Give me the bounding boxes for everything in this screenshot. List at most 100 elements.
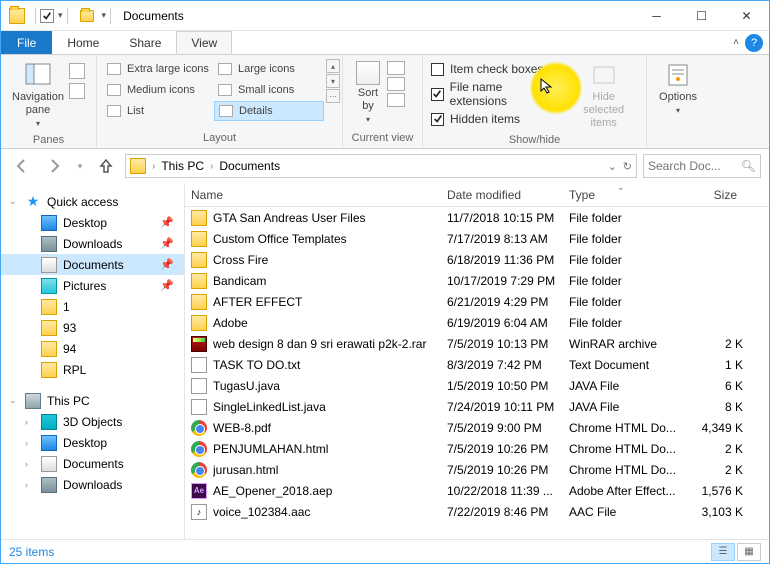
- group-by-icon[interactable]: [387, 61, 405, 75]
- file-row[interactable]: Bandicam10/17/2019 7:29 PMFile folder: [185, 270, 769, 291]
- sidebar-item-folder[interactable]: 94: [1, 338, 184, 359]
- up-button[interactable]: [93, 153, 119, 179]
- file-row[interactable]: PENJUMLAHAN.html7/5/2019 10:26 PMChrome …: [185, 438, 769, 459]
- desktop-icon: [41, 215, 57, 231]
- sidebar-item-pictures[interactable]: Pictures📌: [1, 275, 184, 296]
- gallery-expand-icon[interactable]: ⋯: [326, 89, 340, 103]
- sidebar-item-folder[interactable]: RPL: [1, 359, 184, 380]
- add-columns-icon[interactable]: [387, 77, 405, 91]
- size-columns-icon[interactable]: [387, 93, 405, 107]
- file-row[interactable]: SingleLinkedList.java7/24/2019 10:11 PMJ…: [185, 396, 769, 417]
- search-input[interactable]: [648, 159, 741, 173]
- chevron-right-icon[interactable]: ›: [150, 161, 157, 172]
- sidebar-item-desktop[interactable]: ›Desktop: [1, 432, 184, 453]
- chevron-down-icon[interactable]: ⌄: [608, 160, 617, 173]
- file-name: TugasU.java: [213, 379, 447, 393]
- file-row[interactable]: TugasU.java1/5/2019 10:50 PMJAVA File6 K: [185, 375, 769, 396]
- layout-extra-large[interactable]: Extra large icons: [103, 59, 213, 79]
- folder-icon: [191, 315, 207, 331]
- preview-pane-icon[interactable]: [69, 63, 85, 79]
- layout-details[interactable]: Details: [214, 101, 324, 121]
- layout-medium[interactable]: Medium icons: [103, 80, 213, 100]
- sidebar-this-pc[interactable]: ⌄This PC: [1, 390, 184, 411]
- history-dropdown[interactable]: ▾: [73, 153, 87, 179]
- details-pane-icon[interactable]: [69, 83, 85, 99]
- file-row[interactable]: AeAE_Opener_2018.aep10/22/2018 11:39 ...…: [185, 480, 769, 501]
- file-size: 3,103 K: [691, 505, 751, 519]
- window-title: Documents: [123, 9, 184, 23]
- sidebar-item-documents[interactable]: Documents📌: [1, 254, 184, 275]
- sidebar-item-downloads[interactable]: Downloads📌: [1, 233, 184, 254]
- file-row[interactable]: TASK TO DO.txt8/3/2019 7:42 PMText Docum…: [185, 354, 769, 375]
- sidebar-quick-access[interactable]: ⌄★Quick access: [1, 191, 184, 212]
- refresh-icon[interactable]: ↻: [623, 160, 632, 173]
- group-label: Current view: [349, 130, 416, 146]
- file-name: AFTER EFFECT: [213, 295, 447, 309]
- tab-view[interactable]: View: [176, 31, 232, 54]
- sidebar-item-folder[interactable]: 93: [1, 317, 184, 338]
- view-thumbnails-button[interactable]: ▦: [737, 543, 761, 561]
- file-row[interactable]: WEB-8.pdf7/5/2019 9:00 PMChrome HTML Do.…: [185, 417, 769, 438]
- sidebar-item-folder[interactable]: 1: [1, 296, 184, 317]
- file-row[interactable]: ♪voice_102384.aac7/22/2019 8:46 PMAAC Fi…: [185, 501, 769, 522]
- maximize-button[interactable]: ☐: [679, 1, 724, 30]
- sort-icon: [356, 61, 380, 85]
- chevron-right-icon[interactable]: ›: [208, 161, 215, 172]
- gallery-down-icon[interactable]: ▾: [326, 74, 340, 88]
- collapse-ribbon-icon[interactable]: ˄: [733, 37, 739, 48]
- layout-large[interactable]: Large icons: [214, 59, 324, 79]
- crumb-documents[interactable]: Documents: [215, 159, 284, 173]
- forward-button[interactable]: [41, 153, 67, 179]
- column-date[interactable]: Date modified: [441, 188, 563, 202]
- file-name: Bandicam: [213, 274, 447, 288]
- file-size: 6 K: [691, 379, 751, 393]
- address-bar[interactable]: › This PC › Documents ⌄ ↻: [125, 154, 637, 178]
- chevron-down-icon[interactable]: ▾: [58, 10, 63, 21]
- file-name-extensions[interactable]: File name extensions: [429, 79, 561, 109]
- options-button[interactable]: Options ▾: [653, 59, 703, 119]
- layout-gallery[interactable]: Extra large icons Large icons Medium ico…: [103, 59, 324, 121]
- back-button[interactable]: [9, 153, 35, 179]
- tab-file[interactable]: File: [1, 31, 52, 54]
- qa-checkbox[interactable]: [40, 9, 54, 23]
- folder-icon: [41, 320, 57, 336]
- layout-small[interactable]: Small icons: [214, 80, 324, 100]
- file-row[interactable]: jurusan.html7/5/2019 10:26 PMChrome HTML…: [185, 459, 769, 480]
- file-row[interactable]: Adobe6/19/2019 6:04 AMFile folder: [185, 312, 769, 333]
- file-row[interactable]: Custom Office Templates7/17/2019 8:13 AM…: [185, 228, 769, 249]
- layout-list[interactable]: List: [103, 101, 213, 121]
- tab-home[interactable]: Home: [52, 31, 114, 54]
- column-name[interactable]: Name: [185, 188, 441, 202]
- hidden-items[interactable]: Hidden items: [429, 111, 561, 127]
- file-row[interactable]: AFTER EFFECT6/21/2019 4:29 PMFile folder: [185, 291, 769, 312]
- file-row[interactable]: web design 8 dan 9 sri erawati p2k-2.rar…: [185, 333, 769, 354]
- file-type: Adobe After Effect...: [569, 484, 691, 498]
- qa-dropdown-icon[interactable]: ▾: [102, 10, 107, 21]
- help-button[interactable]: ?: [745, 34, 763, 52]
- close-button[interactable]: ✕: [724, 1, 769, 30]
- file-list[interactable]: GTA San Andreas User Files11/7/2018 10:1…: [185, 207, 769, 539]
- gallery-up-icon[interactable]: ▴: [326, 59, 340, 73]
- column-headers: Name Date modified Type Size ⌄: [185, 183, 769, 207]
- minimize-button[interactable]: ─: [634, 1, 679, 30]
- tab-share[interactable]: Share: [114, 31, 176, 54]
- sidebar-item-desktop[interactable]: Desktop📌: [1, 212, 184, 233]
- navigation-pane-button[interactable]: Navigation pane ▾: [7, 59, 69, 132]
- file-type: File folder: [569, 211, 691, 225]
- file-date: 6/19/2019 6:04 AM: [447, 316, 569, 330]
- hide-selected-button: Hide selected items: [567, 59, 640, 132]
- file-type: Text Document: [569, 358, 691, 372]
- item-check-boxes[interactable]: Item check boxes: [429, 61, 561, 77]
- column-size[interactable]: Size: [685, 188, 745, 202]
- crumb-this-pc[interactable]: This PC: [157, 159, 208, 173]
- sidebar-item-downloads[interactable]: ›Downloads: [1, 474, 184, 495]
- text-file-icon: [191, 357, 207, 373]
- file-date: 6/21/2019 4:29 PM: [447, 295, 569, 309]
- file-row[interactable]: Cross Fire6/18/2019 11:36 PMFile folder: [185, 249, 769, 270]
- file-row[interactable]: GTA San Andreas User Files11/7/2018 10:1…: [185, 207, 769, 228]
- search-box[interactable]: 🔍︎: [643, 154, 761, 178]
- sort-by-button[interactable]: Sort by ▾: [349, 59, 387, 130]
- sidebar-item-3d-objects[interactable]: ›3D Objects: [1, 411, 184, 432]
- view-details-button[interactable]: ☰: [711, 543, 735, 561]
- sidebar-item-documents[interactable]: ›Documents: [1, 453, 184, 474]
